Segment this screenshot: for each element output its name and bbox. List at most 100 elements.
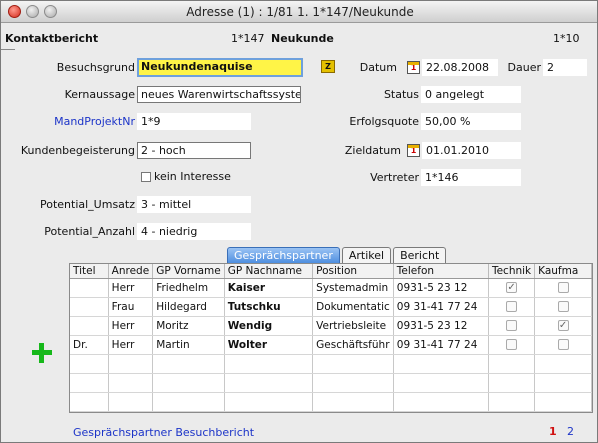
cell-anrede[interactable]: Frau xyxy=(108,297,154,317)
cell-technik xyxy=(488,297,536,317)
kernaussage-label: Kernaussage xyxy=(64,88,135,101)
column-header[interactable]: GP Nachname xyxy=(224,264,314,279)
technik-checkbox[interactable] xyxy=(506,320,518,331)
cell-telefon[interactable]: 0931-5 23 12 xyxy=(393,278,489,298)
column-header[interactable]: Technik xyxy=(488,264,536,279)
table-row[interactable]: Herr Friedhelm Kaiser Systemadmin 0931-5… xyxy=(70,278,592,298)
cell-position[interactable]: Vertriebsleite xyxy=(312,316,394,336)
page-2[interactable]: 2 xyxy=(567,425,574,438)
footer-link[interactable]: Gesprächspartner Besuchbericht xyxy=(73,426,254,439)
cell-vorname[interactable]: Moritz xyxy=(152,316,225,336)
kauf-checkbox[interactable] xyxy=(557,282,569,293)
erfolgsquote-field[interactable]: 50,00 % xyxy=(421,113,521,130)
kundenbegeisterung-label: Kundenbegeisterung xyxy=(20,144,135,157)
record-counter: 1*10 xyxy=(553,32,580,45)
kauf-checkbox[interactable]: ✓ xyxy=(557,320,569,331)
cell-position[interactable]: Geschäftsführ xyxy=(312,335,394,355)
calendar-icon[interactable]: 1 xyxy=(407,144,420,157)
section-title: Kontaktbericht xyxy=(5,32,99,45)
cell-nachname[interactable]: Tutschku xyxy=(224,297,314,317)
cell-nachname[interactable]: Kaiser xyxy=(224,278,314,298)
add-icon[interactable] xyxy=(32,343,52,363)
datum-label: Datum xyxy=(359,61,397,74)
divider xyxy=(1,49,15,50)
record-id: 1*147 xyxy=(231,32,265,45)
column-header[interactable]: Anrede xyxy=(108,264,154,279)
cell-anrede[interactable]: Herr xyxy=(108,316,154,336)
zieldatum-label: Zieldatum xyxy=(344,144,401,157)
tab-gespraechspartner[interactable]: Gesprächspartner xyxy=(227,247,340,263)
address-window: Adresse (1) : 1/81 1. 1*147/Neukunde Kon… xyxy=(0,0,598,443)
cell-kauf xyxy=(534,297,592,317)
table-row[interactable] xyxy=(70,373,592,393)
column-header[interactable]: Kaufma xyxy=(534,264,592,279)
cell-nachname[interactable]: Wendig xyxy=(224,316,314,336)
kauf-checkbox[interactable] xyxy=(557,301,569,312)
cell-vorname[interactable]: Hildegard xyxy=(152,297,225,317)
column-header[interactable]: Telefon xyxy=(393,264,489,279)
zieldatum-field[interactable]: 01.01.2010 xyxy=(422,142,521,159)
cell-nachname[interactable]: Wolter xyxy=(224,335,314,355)
besuchsgrund-field[interactable]: Neukundenaquise xyxy=(137,58,303,77)
technik-checkbox[interactable] xyxy=(506,339,518,350)
record-kind: Neukunde xyxy=(271,32,334,45)
cell-titel[interactable]: Dr. xyxy=(70,335,109,355)
besuchsgrund-label: Besuchsgrund xyxy=(56,61,135,74)
cell-titel[interactable] xyxy=(70,316,109,336)
status-label: Status xyxy=(383,88,419,101)
kundenbegeisterung-field[interactable]: 2 - hoch xyxy=(137,142,251,159)
cell-vorname[interactable]: Martin xyxy=(152,335,225,355)
cell-technik xyxy=(488,316,536,336)
vertreter-label: Vertreter xyxy=(370,171,419,184)
title-bar[interactable]: Adresse (1) : 1/81 1. 1*147/Neukunde xyxy=(1,1,597,23)
table-row[interactable] xyxy=(70,354,592,374)
dauer-field[interactable]: 2 xyxy=(543,59,587,76)
potential-umsatz-field[interactable]: 3 - mittel xyxy=(137,196,251,213)
status-field[interactable]: 0 angelegt xyxy=(421,86,521,103)
dauer-label: Dauer xyxy=(507,61,541,74)
cell-vorname[interactable]: Friedhelm xyxy=(152,278,225,298)
cell-technik xyxy=(488,335,536,355)
table-row[interactable]: Herr Moritz Wendig Vertriebsleite 0931-5… xyxy=(70,316,592,336)
contacts-table[interactable]: Titel Anrede GP Vorname GP Nachname Posi… xyxy=(69,263,593,413)
calendar-icon[interactable]: 1 xyxy=(407,61,420,74)
cell-titel[interactable] xyxy=(70,297,109,317)
column-header[interactable]: GP Vorname xyxy=(152,264,225,279)
cell-telefon[interactable]: 09 31-41 77 24 xyxy=(393,335,489,355)
cell-kauf xyxy=(534,335,592,355)
kauf-checkbox[interactable] xyxy=(557,339,569,350)
cell-telefon[interactable]: 09 31-41 77 24 xyxy=(393,297,489,317)
cell-kauf: ✓ xyxy=(534,316,592,336)
datum-field[interactable]: 22.08.2008 xyxy=(422,59,498,76)
vertreter-field[interactable]: 1*146 xyxy=(421,169,521,186)
mandprojekt-field[interactable]: 1*9 xyxy=(137,113,251,130)
cell-telefon[interactable]: 0931-5 23 12 xyxy=(393,316,489,336)
potential-anzahl-field[interactable]: 4 - niedrig xyxy=(137,223,251,240)
mandprojekt-label[interactable]: MandProjektNr xyxy=(31,115,135,129)
kein-interesse-label: kein Interesse xyxy=(154,170,231,183)
technik-checkbox[interactable] xyxy=(506,301,518,312)
cell-anrede[interactable]: Herr xyxy=(108,335,154,355)
tab-bar: Gesprächspartner Artikel Bericht xyxy=(227,247,448,263)
cell-titel[interactable] xyxy=(70,278,109,298)
cell-position[interactable]: Systemadmin xyxy=(312,278,394,298)
lookup-icon[interactable]: Z xyxy=(321,60,335,73)
kernaussage-field[interactable]: neues Warenwirtschaftssystem xyxy=(137,86,301,103)
tab-artikel[interactable]: Artikel xyxy=(341,247,392,263)
cell-anrede[interactable]: Herr xyxy=(108,278,154,298)
cell-position[interactable]: Dokumentatic xyxy=(312,297,394,317)
column-header[interactable]: Position xyxy=(312,264,394,279)
column-header[interactable]: Titel xyxy=(70,264,109,279)
page-1[interactable]: 1 xyxy=(549,425,557,438)
potential-umsatz-label: Potential_Umsatz xyxy=(39,198,135,211)
cell-technik: ✓ xyxy=(488,278,536,298)
table-row[interactable]: Frau Hildegard Tutschku Dokumentatic 09 … xyxy=(70,297,592,317)
window-title: Adresse (1) : 1/81 1. 1*147/Neukunde xyxy=(186,5,414,19)
tab-bericht[interactable]: Bericht xyxy=(393,247,447,263)
table-row[interactable]: Dr. Herr Martin Wolter Geschäftsführ 09 … xyxy=(70,335,592,355)
table-header: Titel Anrede GP Vorname GP Nachname Posi… xyxy=(70,264,592,279)
potential-anzahl-label: Potential_Anzahl xyxy=(44,225,135,238)
technik-checkbox[interactable]: ✓ xyxy=(506,282,518,293)
kein-interesse-checkbox[interactable] xyxy=(141,172,151,182)
table-row[interactable] xyxy=(70,392,592,412)
